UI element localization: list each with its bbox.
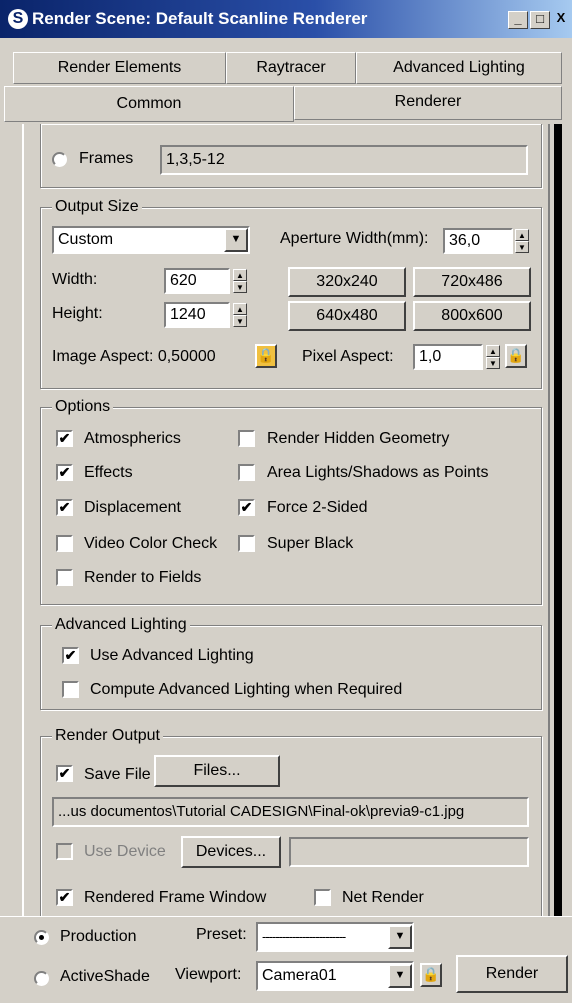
area-lights-shadows-label: Area Lights/Shadows as Points xyxy=(267,464,489,481)
render-output-legend: Render Output xyxy=(52,727,163,745)
device-field[interactable] xyxy=(289,837,529,867)
atmospherics-checkbox[interactable]: ✔ xyxy=(56,430,73,447)
aperture-width-input[interactable]: 36,0 xyxy=(443,228,513,254)
output-size-legend: Output Size xyxy=(52,198,142,216)
effects-checkbox[interactable]: ✔ xyxy=(56,464,73,481)
net-render-label: Net Render xyxy=(342,889,424,906)
use-device-label: Use Device xyxy=(84,843,166,860)
frames-radio[interactable] xyxy=(52,152,67,167)
displacement-label: Displacement xyxy=(84,499,181,516)
render-hidden-geometry-label: Render Hidden Geometry xyxy=(267,430,450,447)
tab-render-elements[interactable]: Render Elements xyxy=(13,52,226,84)
spinner-down-icon[interactable]: ▼ xyxy=(233,281,247,293)
use-device-checkbox[interactable] xyxy=(56,843,73,860)
window-title: Render Scene: Default Scanline Renderer xyxy=(32,9,368,28)
pixel-aspect-label: Pixel Aspect: xyxy=(302,348,394,365)
height-spinner[interactable]: ▲ ▼ xyxy=(233,303,247,327)
spinner-down-icon[interactable]: ▼ xyxy=(486,357,500,369)
maximize-button[interactable]: □ xyxy=(530,11,550,29)
spinner-down-icon[interactable]: ▼ xyxy=(515,241,529,253)
tab-raytracer[interactable]: Raytracer xyxy=(226,52,356,84)
compute-advanced-lighting-checkbox[interactable] xyxy=(62,681,79,698)
height-label: Height: xyxy=(52,305,103,322)
viewport-label: Viewport: xyxy=(175,966,242,983)
tab-common[interactable]: Common xyxy=(4,86,294,122)
spinner-down-icon[interactable]: ▼ xyxy=(233,315,247,327)
width-spinner[interactable]: ▲ ▼ xyxy=(233,269,247,293)
width-input[interactable]: 620 xyxy=(164,268,230,294)
video-color-check-checkbox[interactable] xyxy=(56,535,73,552)
use-advanced-lighting-label: Use Advanced Lighting xyxy=(90,647,254,664)
atmospherics-label: Atmospherics xyxy=(84,430,181,447)
net-render-checkbox[interactable] xyxy=(314,889,331,906)
aperture-width-label: Aperture Width(mm): xyxy=(280,230,429,247)
image-aspect-lock-icon[interactable]: 🔒 xyxy=(255,344,277,368)
super-black-label: Super Black xyxy=(267,535,354,552)
production-label: Production xyxy=(60,928,137,945)
aperture-width-spinner[interactable]: ▲ ▼ xyxy=(515,229,529,253)
use-advanced-lighting-checkbox[interactable]: ✔ xyxy=(62,647,79,664)
pixel-aspect-spinner[interactable]: ▲ ▼ xyxy=(486,345,500,369)
render-hidden-geometry-checkbox[interactable] xyxy=(238,430,255,447)
output-path-field[interactable]: ...us documentos\Tutorial CADESIGN\Final… xyxy=(52,797,529,827)
preset-label: Preset: xyxy=(196,926,247,943)
area-lights-shadows-checkbox[interactable] xyxy=(238,464,255,481)
save-file-label: Save File xyxy=(84,766,151,783)
preset-720x486-button[interactable]: 720x486 xyxy=(413,267,531,297)
pixel-aspect-input[interactable]: 1,0 xyxy=(413,344,483,370)
frames-input[interactable]: 1,3,5-12 xyxy=(160,145,528,175)
spinner-up-icon[interactable]: ▲ xyxy=(233,303,247,315)
chevron-down-icon[interactable]: ▼ xyxy=(388,925,412,949)
activeshade-radio[interactable] xyxy=(34,971,49,986)
files-button[interactable]: Files... xyxy=(154,755,280,787)
activeshade-label: ActiveShade xyxy=(60,968,150,985)
spinner-up-icon[interactable]: ▲ xyxy=(486,345,500,357)
devices-button[interactable]: Devices... xyxy=(181,836,281,868)
render-to-fields-label: Render to Fields xyxy=(84,569,202,586)
chevron-down-icon[interactable]: ▼ xyxy=(224,228,248,252)
viewport-lock-icon[interactable]: 🔒 xyxy=(420,963,442,987)
chevron-down-icon[interactable]: ▼ xyxy=(388,964,412,988)
save-file-checkbox[interactable]: ✔ xyxy=(56,765,73,782)
height-input[interactable]: 1240 xyxy=(164,302,230,328)
pixel-aspect-lock-icon[interactable]: 🔒 xyxy=(505,344,527,368)
output-size-preset-dropdown[interactable]: Custom xyxy=(52,226,250,254)
app-icon[interactable]: S xyxy=(8,9,28,29)
rendered-frame-window-label: Rendered Frame Window xyxy=(84,889,267,906)
displacement-checkbox[interactable]: ✔ xyxy=(56,499,73,516)
image-aspect-label: Image Aspect: 0,50000 xyxy=(52,348,216,365)
render-button[interactable]: Render xyxy=(456,955,568,993)
preset-800x600-button[interactable]: 800x600 xyxy=(413,301,531,331)
width-label: Width: xyxy=(52,271,98,288)
render-to-fields-checkbox[interactable] xyxy=(56,569,73,586)
minimize-button[interactable]: _ xyxy=(508,11,528,29)
compute-advanced-lighting-label: Compute Advanced Lighting when Required xyxy=(90,681,403,698)
tab-renderer[interactable]: Renderer xyxy=(294,86,562,120)
scrollbar-thumb[interactable] xyxy=(554,124,562,916)
options-legend: Options xyxy=(52,398,114,416)
tab-advanced-lighting[interactable]: Advanced Lighting xyxy=(356,52,562,84)
spinner-up-icon[interactable]: ▲ xyxy=(233,269,247,281)
preset-640x480-button[interactable]: 640x480 xyxy=(288,301,406,331)
preset-320x240-button[interactable]: 320x240 xyxy=(288,267,406,297)
force-2-sided-checkbox[interactable]: ✔ xyxy=(238,499,255,516)
close-button[interactable]: X xyxy=(552,11,570,29)
effects-label: Effects xyxy=(84,464,133,481)
force-2-sided-label: Force 2-Sided xyxy=(267,499,368,516)
advanced-lighting-legend: Advanced Lighting xyxy=(52,616,190,634)
frames-label: Frames xyxy=(79,150,134,167)
spinner-up-icon[interactable]: ▲ xyxy=(515,229,529,241)
production-radio[interactable] xyxy=(34,930,49,945)
rendered-frame-window-checkbox[interactable]: ✔ xyxy=(56,889,73,906)
video-color-check-label: Video Color Check xyxy=(84,535,218,552)
super-black-checkbox[interactable] xyxy=(238,535,255,552)
